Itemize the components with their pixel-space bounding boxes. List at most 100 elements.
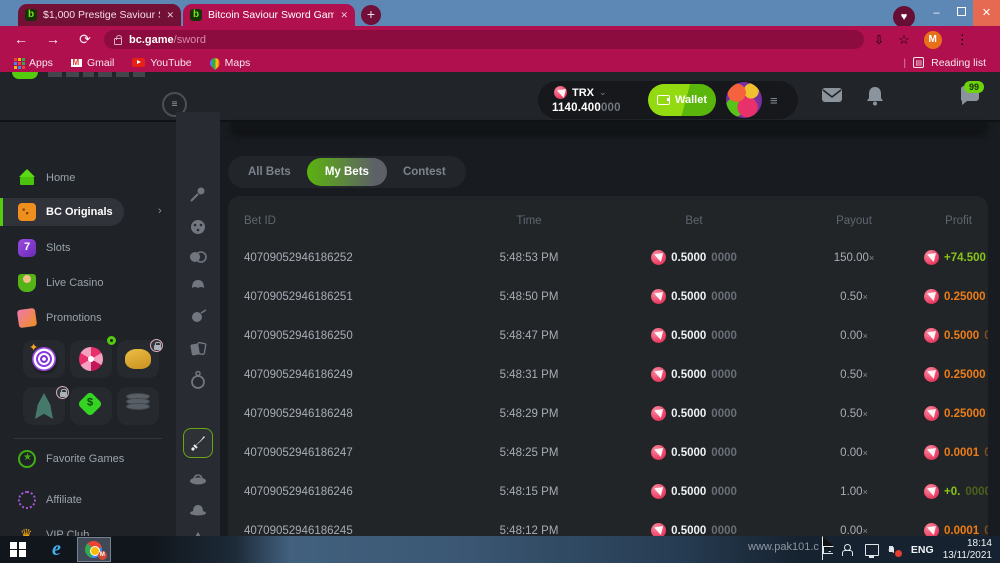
trx-coin-icon [924, 250, 939, 265]
share-icon[interactable]: ⇩ [874, 33, 884, 47]
action-center-flag-icon[interactable] [823, 546, 833, 554]
forward-button[interactable]: → [40, 26, 66, 53]
bookmark-apps[interactable]: Apps [14, 57, 53, 69]
table-row: 407090529461862485:48:29 PM0.500000000.5… [228, 394, 988, 433]
browser-tab-sword-game[interactable]: b Bitcoin Saviour Sword Game - Pla ✕ [183, 4, 355, 26]
tab-my-bets[interactable]: My Bets [307, 158, 387, 186]
sidebar-item-affiliate[interactable]: Affiliate [0, 486, 176, 514]
bcgame-favicon: b [25, 9, 37, 21]
window-minimize-button[interactable]: – [924, 0, 949, 26]
lock-badge-icon [150, 339, 163, 352]
rail-crest-icon[interactable] [188, 274, 208, 294]
browser-menu-icon[interactable]: ⋮ [956, 32, 969, 48]
affiliate-icon [18, 491, 36, 509]
browser-tab-prestige[interactable]: b $1,000 Prestige Saviour Sword Ch ✕ [18, 4, 181, 26]
back-button[interactable]: ← [8, 26, 34, 53]
payout-multiplier: 0.50× [784, 291, 924, 303]
rail-crash-icon[interactable] [188, 184, 208, 204]
window-maximize-button[interactable] [949, 0, 973, 26]
people-tray-icon[interactable] [842, 544, 856, 556]
game-shortcut-wheel[interactable] [70, 340, 112, 378]
bookmark-gmail[interactable]: Gmail [71, 57, 114, 69]
profit-amount: +0.00000000 [924, 484, 988, 499]
bookmark-star-icon[interactable]: ☆ [898, 32, 910, 48]
bet-amount: 0.50000000 [604, 406, 784, 421]
language-indicator[interactable]: ENG [911, 544, 934, 556]
sidebar: Home BC Originals › Slots Live Casino Pr… [0, 122, 176, 536]
tab-all-bets[interactable]: All Bets [232, 156, 307, 188]
sidebar-item-slots[interactable]: Slots [0, 234, 176, 262]
url-domain: bc.game [129, 34, 174, 46]
profit-amount: 0.25000000 [924, 367, 988, 382]
reading-list-button[interactable]: | ▤ Reading list [903, 57, 986, 69]
trx-coin-icon [924, 328, 939, 343]
profit-amount: 0.25000000 [924, 289, 988, 304]
game-shortcut-rocket[interactable] [23, 387, 65, 425]
tab-title: $1,000 Prestige Saviour Sword Ch [43, 9, 160, 21]
media-control-button[interactable]: ♥ [893, 6, 915, 28]
trx-coin-icon [651, 406, 666, 421]
url-text: bc.game/sword [129, 34, 206, 46]
trx-coin-icon [651, 250, 666, 265]
game-shortcut-target[interactable] [23, 340, 65, 378]
tab-close-icon[interactable]: ✕ [166, 10, 174, 21]
bookmark-youtube[interactable]: YouTube [132, 57, 191, 69]
sidebar-item-home[interactable]: Home [0, 164, 176, 192]
game-shortcut-tag[interactable] [70, 387, 112, 425]
sidebar-item-promotions[interactable]: Promotions [0, 304, 176, 332]
rail-limbo-icon[interactable] [188, 370, 208, 390]
trx-coin-icon [651, 289, 666, 304]
rail-cards-icon[interactable] [188, 339, 208, 359]
dollar-tag-icon [77, 391, 102, 416]
rail-sword-icon-active[interactable] [183, 428, 213, 458]
internet-explorer-icon[interactable]: e [52, 538, 61, 561]
bcgame-favicon: b [190, 9, 202, 21]
rail-plinko-icon[interactable] [188, 307, 208, 327]
rail-coinflip-icon[interactable] [188, 247, 208, 267]
bet-amount: 0.50000000 [604, 289, 784, 304]
bookmark-label: Gmail [87, 57, 114, 69]
crown-icon [18, 526, 36, 536]
sidebar-item-vip-club[interactable]: VIP Club [0, 521, 176, 536]
table-row: 407090529461862455:48:12 PM0.500000000.0… [228, 511, 988, 536]
rail-dice-icon[interactable] [188, 217, 208, 237]
bookmark-label: YouTube [150, 57, 191, 69]
col-profit: Profit [924, 215, 972, 227]
browser-profile-avatar[interactable]: M [924, 31, 942, 49]
sidebar-item-live-casino[interactable]: Live Casino [0, 269, 176, 297]
window-close-button[interactable]: ✕ [973, 0, 1000, 26]
bet-amount: 0.50000000 [604, 250, 784, 265]
start-button[interactable] [10, 542, 36, 558]
chrome-taskbar-button[interactable]: M [77, 537, 111, 562]
rail-hat-icon[interactable] [188, 500, 208, 520]
sidebar-item-bc-originals[interactable]: BC Originals [0, 198, 124, 226]
reload-button[interactable]: ⟳ [72, 26, 98, 53]
game-shortcut-coins[interactable] [117, 387, 159, 425]
bet-time: 5:48:25 PM [454, 447, 604, 459]
table-header-row: Bet ID Time Bet Payout Profit [228, 204, 988, 238]
volume-muted-icon[interactable] [888, 544, 902, 556]
network-tray-icon[interactable] [865, 544, 879, 556]
new-tab-button[interactable]: + [361, 5, 381, 25]
tab-contest[interactable]: Contest [387, 156, 462, 188]
bet-history-tabs: All Bets My Bets Contest [228, 156, 466, 188]
taskbar-clock[interactable]: 18:1413/11/2021 [943, 538, 996, 562]
rail-ufo-icon[interactable] [188, 470, 208, 490]
youtube-icon [132, 58, 145, 67]
sidebar-item-label: BC Originals [46, 206, 113, 218]
bookmark-maps[interactable]: Maps [210, 57, 251, 69]
chevron-right-icon[interactable]: › [158, 205, 162, 217]
sidebar-item-label: Home [46, 172, 75, 184]
tab-close-icon[interactable]: ✕ [340, 10, 348, 21]
bet-time: 5:48:47 PM [454, 330, 604, 342]
bookmarks-bar: Apps Gmail YouTube Maps | ▤ Reading list [0, 53, 1000, 72]
chrome-profile-badge: M [98, 551, 107, 560]
address-bar[interactable]: bc.game/sword [104, 30, 864, 49]
sidebar-divider [14, 438, 162, 439]
game-shortcut-piggy[interactable] [117, 340, 159, 378]
reading-list-label: Reading list [931, 57, 986, 69]
trx-coin-icon [924, 445, 939, 460]
url-path: /sword [174, 34, 206, 46]
sidebar-item-favorite-games[interactable]: Favorite Games [0, 445, 176, 473]
reading-list-icon: ▤ [913, 57, 924, 68]
